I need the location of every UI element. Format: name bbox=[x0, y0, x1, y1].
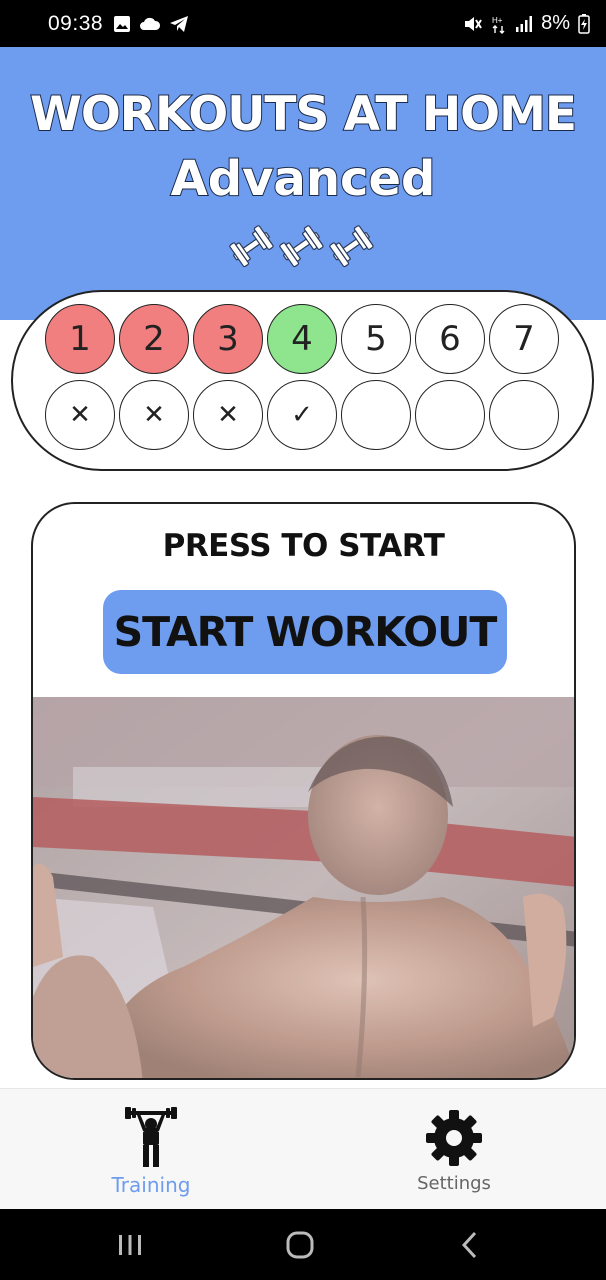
workout-photo bbox=[33, 697, 574, 1078]
back-icon bbox=[461, 1231, 477, 1258]
day-button-3[interactable]: 3 bbox=[193, 304, 263, 374]
day-button-4[interactable]: 4 bbox=[267, 304, 337, 374]
day-status-1: ✕ bbox=[45, 380, 115, 450]
system-navigation-bar bbox=[0, 1209, 606, 1280]
day-button-6[interactable]: 6 bbox=[415, 304, 485, 374]
image-icon bbox=[114, 15, 131, 32]
recent-apps-button[interactable] bbox=[100, 1209, 160, 1280]
days-tracker: 1 2 3 4 5 6 7 ✕ ✕ ✕ ✓ bbox=[11, 290, 594, 471]
dumbbell-icon bbox=[329, 225, 374, 268]
cloud-icon bbox=[140, 17, 161, 30]
recent-apps-icon bbox=[119, 1234, 141, 1255]
workout-card: PRESS TO START START WORKOUT bbox=[31, 502, 576, 1080]
gear-icon bbox=[424, 1107, 484, 1169]
app-title: WORKOUTS AT HOME bbox=[29, 86, 578, 143]
day-status-7 bbox=[489, 380, 559, 450]
battery-percent: 8% bbox=[541, 12, 570, 34]
day-status-3: ✕ bbox=[193, 380, 263, 450]
bottom-navigation: Training Settings bbox=[0, 1088, 606, 1209]
svg-text:H+: H+ bbox=[492, 16, 503, 25]
day-status-6 bbox=[415, 380, 485, 450]
app-header: WORKOUTS AT HOME Advanced bbox=[0, 47, 606, 320]
day-numbers-row: 1 2 3 4 5 6 7 bbox=[45, 304, 559, 374]
weightlifter-icon bbox=[121, 1107, 181, 1169]
status-bar: 09:38 H+ 8% bbox=[0, 0, 606, 47]
dumbbells-decoration bbox=[228, 219, 378, 275]
day-button-1[interactable]: 1 bbox=[45, 304, 115, 374]
completed-check-mark: ✓ bbox=[291, 400, 313, 430]
day-status-5 bbox=[341, 380, 411, 450]
day-status-row: ✕ ✕ ✕ ✓ bbox=[45, 380, 559, 450]
home-icon bbox=[286, 1231, 314, 1258]
nav-training[interactable]: Training bbox=[71, 1089, 231, 1210]
nav-settings-label: Settings bbox=[417, 1173, 491, 1194]
system-icons: H+ 8% bbox=[463, 12, 590, 35]
skipped-mark: ✕ bbox=[217, 400, 239, 430]
home-button[interactable] bbox=[270, 1209, 330, 1280]
dumbbell-icon bbox=[229, 225, 274, 268]
skipped-mark: ✕ bbox=[69, 400, 91, 430]
status-time: 09:38 bbox=[48, 11, 104, 35]
day-button-2[interactable]: 2 bbox=[119, 304, 189, 374]
back-button[interactable] bbox=[440, 1209, 500, 1280]
day-button-5[interactable]: 5 bbox=[341, 304, 411, 374]
notification-icons bbox=[113, 15, 189, 33]
press-to-start-label: PRESS TO START bbox=[162, 528, 445, 564]
dumbbell-icon bbox=[279, 225, 324, 268]
telegram-icon bbox=[170, 15, 189, 32]
day-status-2: ✕ bbox=[119, 380, 189, 450]
start-workout-button[interactable]: START WORKOUT bbox=[103, 590, 507, 674]
day-status-4: ✓ bbox=[267, 380, 337, 450]
mute-icon bbox=[465, 16, 482, 31]
skipped-mark: ✕ bbox=[143, 400, 165, 430]
network-icon: H+ bbox=[492, 16, 505, 34]
nav-training-label: Training bbox=[111, 1173, 191, 1197]
nav-settings[interactable]: Settings bbox=[374, 1089, 534, 1210]
day-button-7[interactable]: 7 bbox=[489, 304, 559, 374]
signal-icon bbox=[516, 15, 533, 32]
level-subtitle: Advanced bbox=[170, 150, 437, 208]
app-screen: 09:38 H+ 8% WORKOUTS AT HOME Advanced 1 … bbox=[0, 0, 606, 1280]
battery-icon bbox=[578, 13, 590, 34]
